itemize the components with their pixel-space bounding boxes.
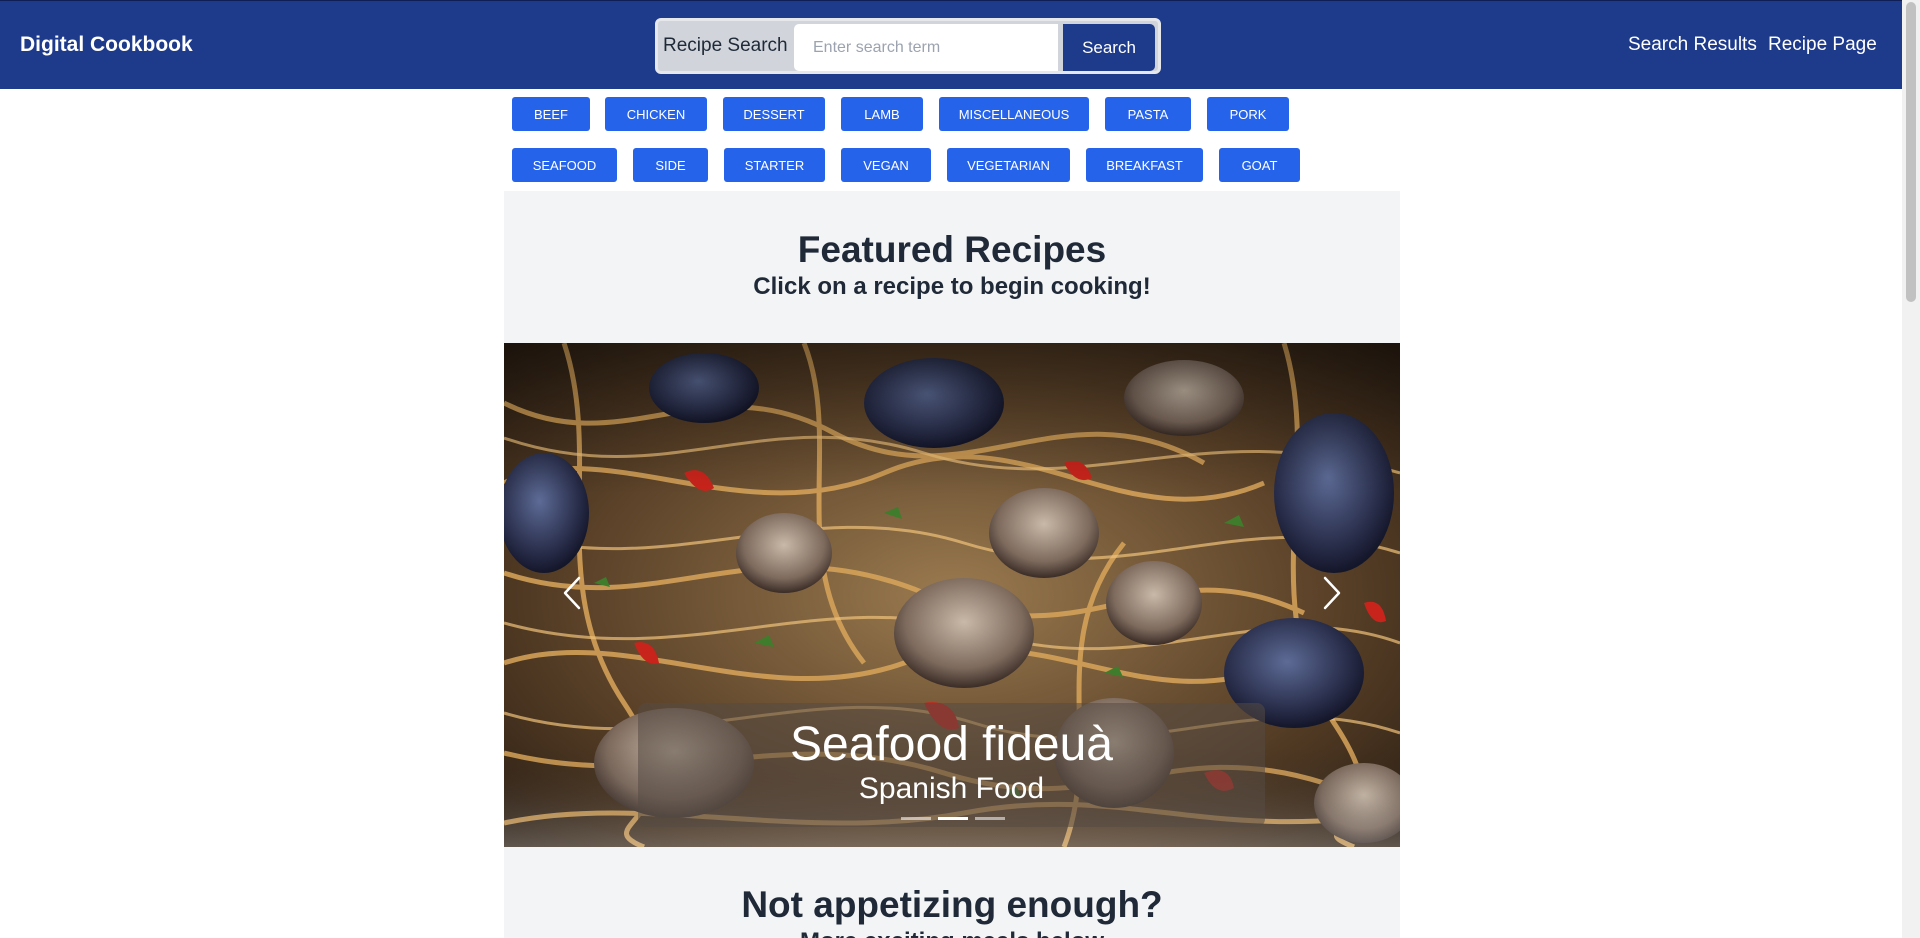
category-button-lamb[interactable]: LAMB — [841, 97, 923, 131]
page-scrollbar[interactable] — [1902, 0, 1920, 938]
category-button-starter[interactable]: STARTER — [724, 148, 825, 182]
lower-section-subtitle: More exciting meals below — [504, 928, 1400, 938]
category-button-pasta[interactable]: PASTA — [1105, 97, 1191, 131]
category-button-chicken[interactable]: CHICKEN — [605, 97, 707, 131]
category-button-side[interactable]: SIDE — [633, 148, 708, 182]
carousel-next-button[interactable] — [1302, 563, 1362, 623]
featured-title: Featured Recipes — [797, 229, 1107, 270]
featured-subtitle: Click on a recipe to begin cooking! — [753, 273, 1151, 300]
chevron-left-icon — [563, 576, 581, 610]
carousel-prev-button[interactable] — [542, 563, 602, 623]
category-button-beef[interactable]: BEEF — [512, 97, 590, 131]
top-navbar: Digital Cookbook Recipe Search Search Se… — [0, 0, 1902, 89]
search-label: Recipe Search — [663, 35, 788, 56]
scrollbar-thumb[interactable] — [1906, 2, 1916, 302]
carousel-caption[interactable]: Seafood fideuà Spanish Food — [638, 703, 1265, 827]
category-button-vegan[interactable]: VEGAN — [841, 148, 931, 182]
lower-section-title: Not appetizing enough? — [741, 884, 1163, 925]
category-button-pork[interactable]: PORK — [1207, 97, 1289, 131]
search-bar: Recipe Search Search — [655, 18, 1161, 74]
category-button-seafood[interactable]: SEAFOOD — [512, 148, 617, 182]
recipe-carousel[interactable]: Seafood fideuà Spanish Food — [504, 343, 1400, 847]
slide-title: Seafood fideuà — [790, 718, 1113, 771]
carousel-indicator-3[interactable] — [975, 817, 1005, 820]
carousel-indicator-1[interactable] — [901, 817, 931, 820]
brand-title[interactable]: Digital Cookbook — [20, 33, 193, 57]
search-button[interactable]: Search — [1063, 24, 1155, 71]
carousel-indicators — [901, 817, 1005, 821]
carousel-indicator-2[interactable] — [938, 817, 968, 820]
slide-subtitle: Spanish Food — [858, 772, 1045, 805]
category-button-dessert[interactable]: DESSERT — [723, 97, 825, 131]
category-button-breakfast[interactable]: BREAKFAST — [1086, 148, 1203, 182]
category-button-goat[interactable]: GOAT — [1219, 148, 1300, 182]
category-button-vegetarian[interactable]: VEGETARIAN — [947, 148, 1070, 182]
nav-link-search-results[interactable]: Search Results — [1628, 34, 1757, 56]
page: Digital Cookbook Recipe Search Search Se… — [0, 0, 1920, 938]
nav-link-recipe-page[interactable]: Recipe Page — [1768, 34, 1877, 56]
search-input[interactable] — [794, 24, 1058, 71]
category-button-miscellaneous[interactable]: MISCELLANEOUS — [939, 97, 1089, 131]
chevron-right-icon — [1323, 576, 1341, 610]
